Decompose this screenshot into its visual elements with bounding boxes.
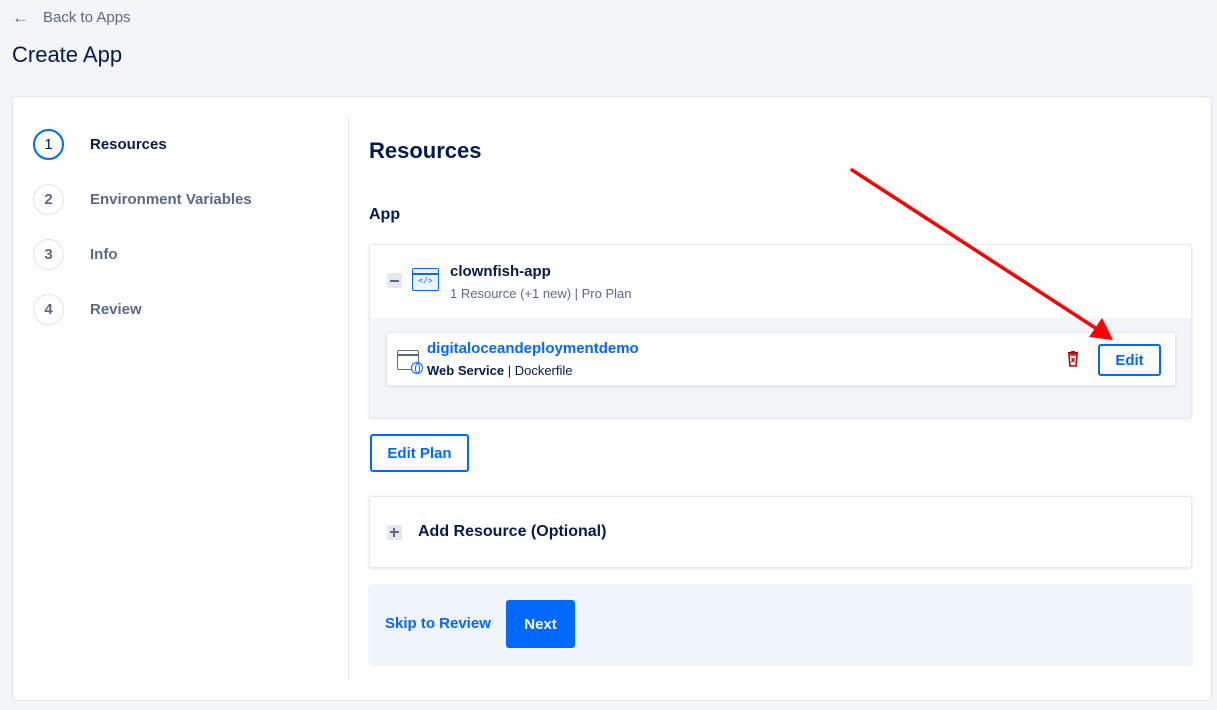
step-number: 4: [33, 294, 64, 325]
vertical-divider: [348, 117, 349, 680]
step-environment-variables[interactable]: 2 Environment Variables: [33, 172, 252, 227]
next-button[interactable]: Next: [506, 600, 575, 648]
collapse-toggle-icon[interactable]: [387, 273, 402, 288]
add-resource-label: Add Resource (Optional): [418, 523, 607, 540]
resource-type: Web Service: [427, 363, 505, 378]
web-service-icon: [397, 350, 423, 374]
create-app-card: 1 Resources 2 Environment Variables 3 In…: [12, 96, 1212, 701]
skip-to-review-link[interactable]: Skip to Review: [385, 615, 491, 632]
app-name: clownfish-app: [450, 263, 551, 280]
step-label: Resources: [90, 136, 167, 153]
app-meta: 1 Resource (+1 new) | Pro Plan: [450, 286, 632, 301]
footer-actions: Skip to Review Next: [369, 584, 1192, 664]
add-resource-section[interactable]: Add Resource (Optional): [369, 496, 1192, 568]
edit-resource-button[interactable]: Edit: [1098, 344, 1161, 376]
step-label: Review: [90, 301, 142, 318]
resource-meta: Web Service | Dockerfile: [427, 363, 573, 378]
step-label: Info: [90, 246, 118, 263]
edit-plan-button[interactable]: Edit Plan: [370, 434, 469, 472]
step-number: 3: [33, 239, 64, 270]
resource-row: digitaloceandeploymentdemo Web Service |…: [386, 332, 1176, 386]
section-title: Resources: [369, 138, 482, 163]
plus-icon: [387, 525, 402, 540]
arrow-left-icon: ←: [12, 8, 29, 27]
step-review[interactable]: 4 Review: [33, 282, 252, 337]
trash-icon[interactable]: [1066, 351, 1080, 367]
step-label: Environment Variables: [90, 191, 252, 208]
resource-name-link[interactable]: digitaloceandeploymentdemo: [427, 340, 639, 357]
step-number: 1: [33, 129, 64, 160]
back-link-label: Back to Apps: [43, 9, 131, 26]
page-title: Create App: [12, 42, 123, 67]
back-to-apps-link[interactable]: ← Back to Apps: [12, 9, 131, 26]
code-window-icon: </>: [412, 268, 439, 291]
step-list: 1 Resources 2 Environment Variables 3 In…: [33, 117, 252, 337]
app-header: </> clownfish-app 1 Resource (+1 new) | …: [370, 245, 1191, 318]
app-component-box: </> clownfish-app 1 Resource (+1 new) | …: [369, 244, 1192, 418]
app-resources-area: digitaloceandeploymentdemo Web Service |…: [370, 318, 1191, 417]
step-resources[interactable]: 1 Resources: [33, 117, 252, 172]
step-info[interactable]: 3 Info: [33, 227, 252, 282]
step-number: 2: [33, 184, 64, 215]
resource-build: Dockerfile: [514, 363, 573, 378]
app-subtitle: App: [369, 206, 401, 223]
